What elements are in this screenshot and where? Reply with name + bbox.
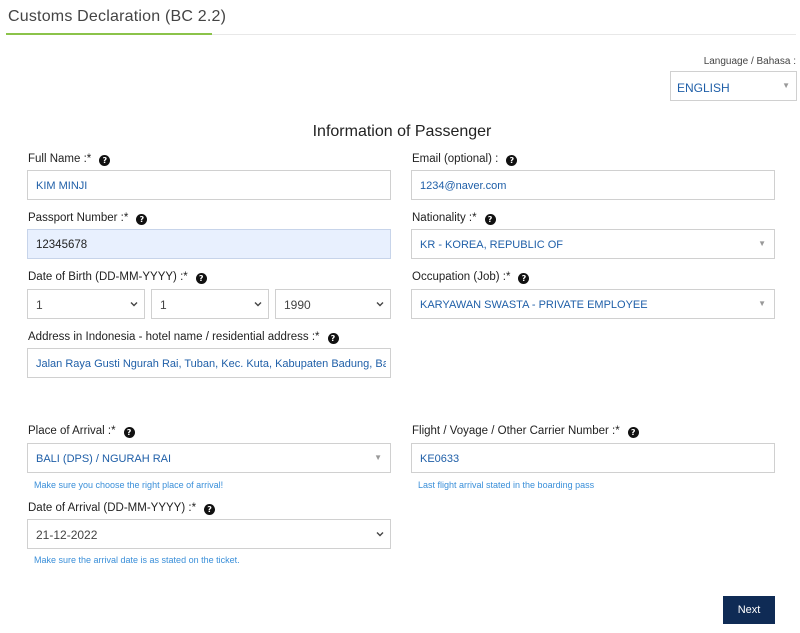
address-input[interactable]: Jalan Raya Gusti Ngurah Rai, Tuban, Kec.…	[27, 348, 391, 378]
full-name-value: KIM MINJI	[36, 180, 88, 192]
address-label-text: Address in Indonesia - hotel name / resi…	[28, 331, 320, 343]
flight-number-value: KE0633	[420, 453, 460, 465]
address-label: Address in Indonesia - hotel name / resi…	[28, 331, 339, 344]
chevron-down-icon	[376, 300, 384, 308]
help-icon[interactable]: ?	[195, 273, 207, 284]
email-input[interactable]: 1234@naver.com	[411, 170, 775, 200]
place-of-arrival-label-text: Place of Arrival :*	[28, 425, 116, 437]
dob-label-text: Date of Birth (DD-MM-YYYY) :*	[28, 271, 188, 283]
help-icon[interactable]: ?	[204, 504, 216, 515]
help-icon[interactable]: ?	[123, 427, 135, 438]
flight-label: Flight / Voyage / Other Carrier Number :…	[412, 425, 639, 438]
caret-down-icon: ▼	[782, 81, 790, 90]
page-title: Customs Declaration (BC 2.2)	[8, 8, 227, 25]
dob-year-value: 1990	[284, 298, 311, 312]
date-of-arrival-hint: Make sure the arrival date is as stated …	[34, 555, 240, 565]
help-icon[interactable]: ?	[627, 427, 639, 438]
email-value: 1234@naver.com	[420, 180, 507, 192]
caret-down-icon: ▼	[758, 299, 766, 308]
passport-label-text: Passport Number :*	[28, 212, 129, 224]
section-title: Information of Passenger	[312, 123, 492, 140]
date-of-arrival-value: 21-12-2022	[36, 528, 98, 542]
date-of-arrival-label-text: Date of Arrival (DD-MM-YYYY) :*	[28, 502, 197, 514]
chevron-down-icon	[254, 300, 262, 308]
dob-day-value: 1	[36, 298, 43, 312]
chevron-down-icon	[130, 300, 138, 308]
occupation-select[interactable]: KARYAWAN SWASTA - PRIVATE EMPLOYEE ▼	[411, 289, 775, 319]
dob-label: Date of Birth (DD-MM-YYYY) :*?	[28, 271, 207, 284]
help-icon[interactable]: ?	[136, 214, 148, 225]
occupation-value: KARYAWAN SWASTA - PRIVATE EMPLOYEE	[420, 299, 648, 311]
chevron-down-icon	[376, 530, 384, 538]
active-tab-underline	[6, 33, 212, 35]
nationality-value: KR - KOREA, REPUBLIC OF	[420, 239, 564, 251]
help-icon[interactable]: ?	[484, 214, 496, 225]
dob-month-value: 1	[160, 298, 167, 312]
flight-hint: Last flight arrival stated in the boardi…	[418, 480, 595, 490]
nationality-label-text: Nationality :*	[412, 212, 477, 224]
next-button[interactable]: Next	[723, 596, 775, 624]
occupation-label-text: Occupation (Job) :*	[412, 271, 511, 283]
date-of-arrival-label: Date of Arrival (DD-MM-YYYY) :*?	[28, 502, 216, 515]
help-icon[interactable]: ?	[99, 155, 111, 166]
dob-year-select[interactable]: 1990	[275, 289, 391, 319]
place-of-arrival-hint: Make sure you choose the right place of …	[34, 480, 224, 490]
full-name-input[interactable]: KIM MINJI	[27, 170, 391, 200]
language-select[interactable]: ENGLISH ▼	[670, 71, 797, 101]
passport-input[interactable]: 12345678	[27, 229, 391, 259]
full-name-label: Full Name :*?	[28, 153, 111, 166]
caret-down-icon: ▼	[758, 239, 766, 248]
passport-value: 12345678	[36, 239, 88, 251]
language-value: ENGLISH	[677, 81, 730, 95]
help-icon[interactable]: ?	[518, 273, 530, 284]
address-value: Jalan Raya Gusti Ngurah Rai, Tuban, Kec.…	[36, 358, 386, 370]
full-name-label-text: Full Name :*	[28, 153, 92, 165]
nationality-select[interactable]: KR - KOREA, REPUBLIC OF ▼	[411, 229, 775, 259]
language-label: Language / Bahasa :	[703, 56, 796, 67]
email-label: Email (optional) :?	[412, 153, 518, 166]
passport-label: Passport Number :*?	[28, 212, 148, 225]
dob-month-select[interactable]: 1	[151, 289, 269, 319]
header-divider	[212, 34, 796, 35]
date-of-arrival-select[interactable]: 21-12-2022	[27, 519, 391, 549]
help-icon[interactable]: ?	[327, 333, 339, 344]
occupation-label: Occupation (Job) :*?	[412, 271, 530, 284]
help-icon[interactable]: ?	[506, 155, 518, 166]
place-of-arrival-value: BALI (DPS) / NGURAH RAI	[36, 453, 172, 465]
place-of-arrival-select[interactable]: BALI (DPS) / NGURAH RAI ▼	[27, 443, 391, 473]
place-of-arrival-label: Place of Arrival :*?	[28, 425, 135, 438]
caret-down-icon: ▼	[374, 453, 382, 462]
email-label-text: Email (optional) :	[412, 153, 499, 165]
flight-label-text: Flight / Voyage / Other Carrier Number :…	[412, 425, 620, 437]
nationality-label: Nationality :*?	[412, 212, 496, 225]
flight-number-input[interactable]: KE0633	[411, 443, 775, 473]
dob-day-select[interactable]: 1	[27, 289, 145, 319]
